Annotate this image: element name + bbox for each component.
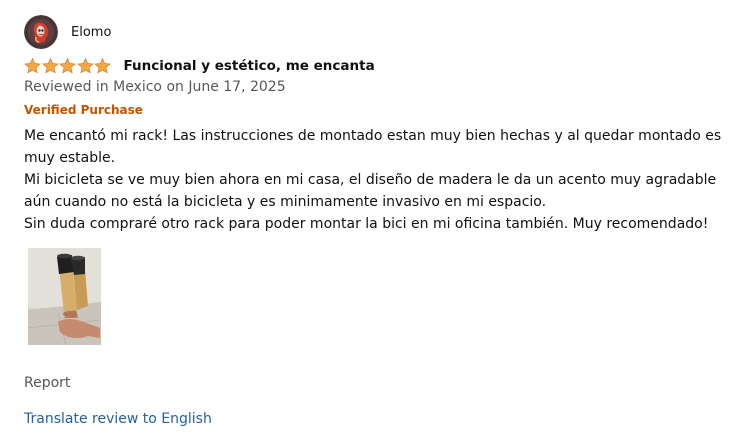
star-icon	[94, 58, 111, 74]
star-icon	[41, 58, 59, 74]
star-icon	[24, 58, 41, 74]
avatar[interactable]	[24, 15, 58, 49]
star-rating[interactable]	[24, 58, 112, 74]
review-image-thumbnail[interactable]	[28, 248, 101, 345]
star-icon	[76, 58, 94, 74]
review-title[interactable]: Funcional y estético, me encanta	[124, 58, 375, 74]
verified-purchase-badge[interactable]: Verified Purchase	[24, 103, 143, 117]
review-paragraph: Me encantó mi rack! Las instrucciones de…	[24, 128, 722, 166]
review-body: Me encantó mi rack! Las instrucciones de…	[24, 125, 746, 235]
review-date: Reviewed in Mexico on June 17, 2025	[24, 79, 286, 95]
reviewer-profile[interactable]: Elomo	[24, 15, 111, 49]
star-icon	[59, 58, 76, 74]
review-title-row: Funcional y estético, me encanta	[24, 56, 375, 76]
translate-review-link[interactable]: Translate review to English	[24, 411, 212, 427]
reviewer-name[interactable]: Elomo	[71, 26, 111, 39]
report-link[interactable]: Report	[24, 375, 70, 391]
review-paragraph: Mi bicicleta se ve muy bien ahora en mi …	[24, 172, 717, 210]
review-paragraph: Sin duda compraré otro rack para poder m…	[24, 216, 709, 232]
